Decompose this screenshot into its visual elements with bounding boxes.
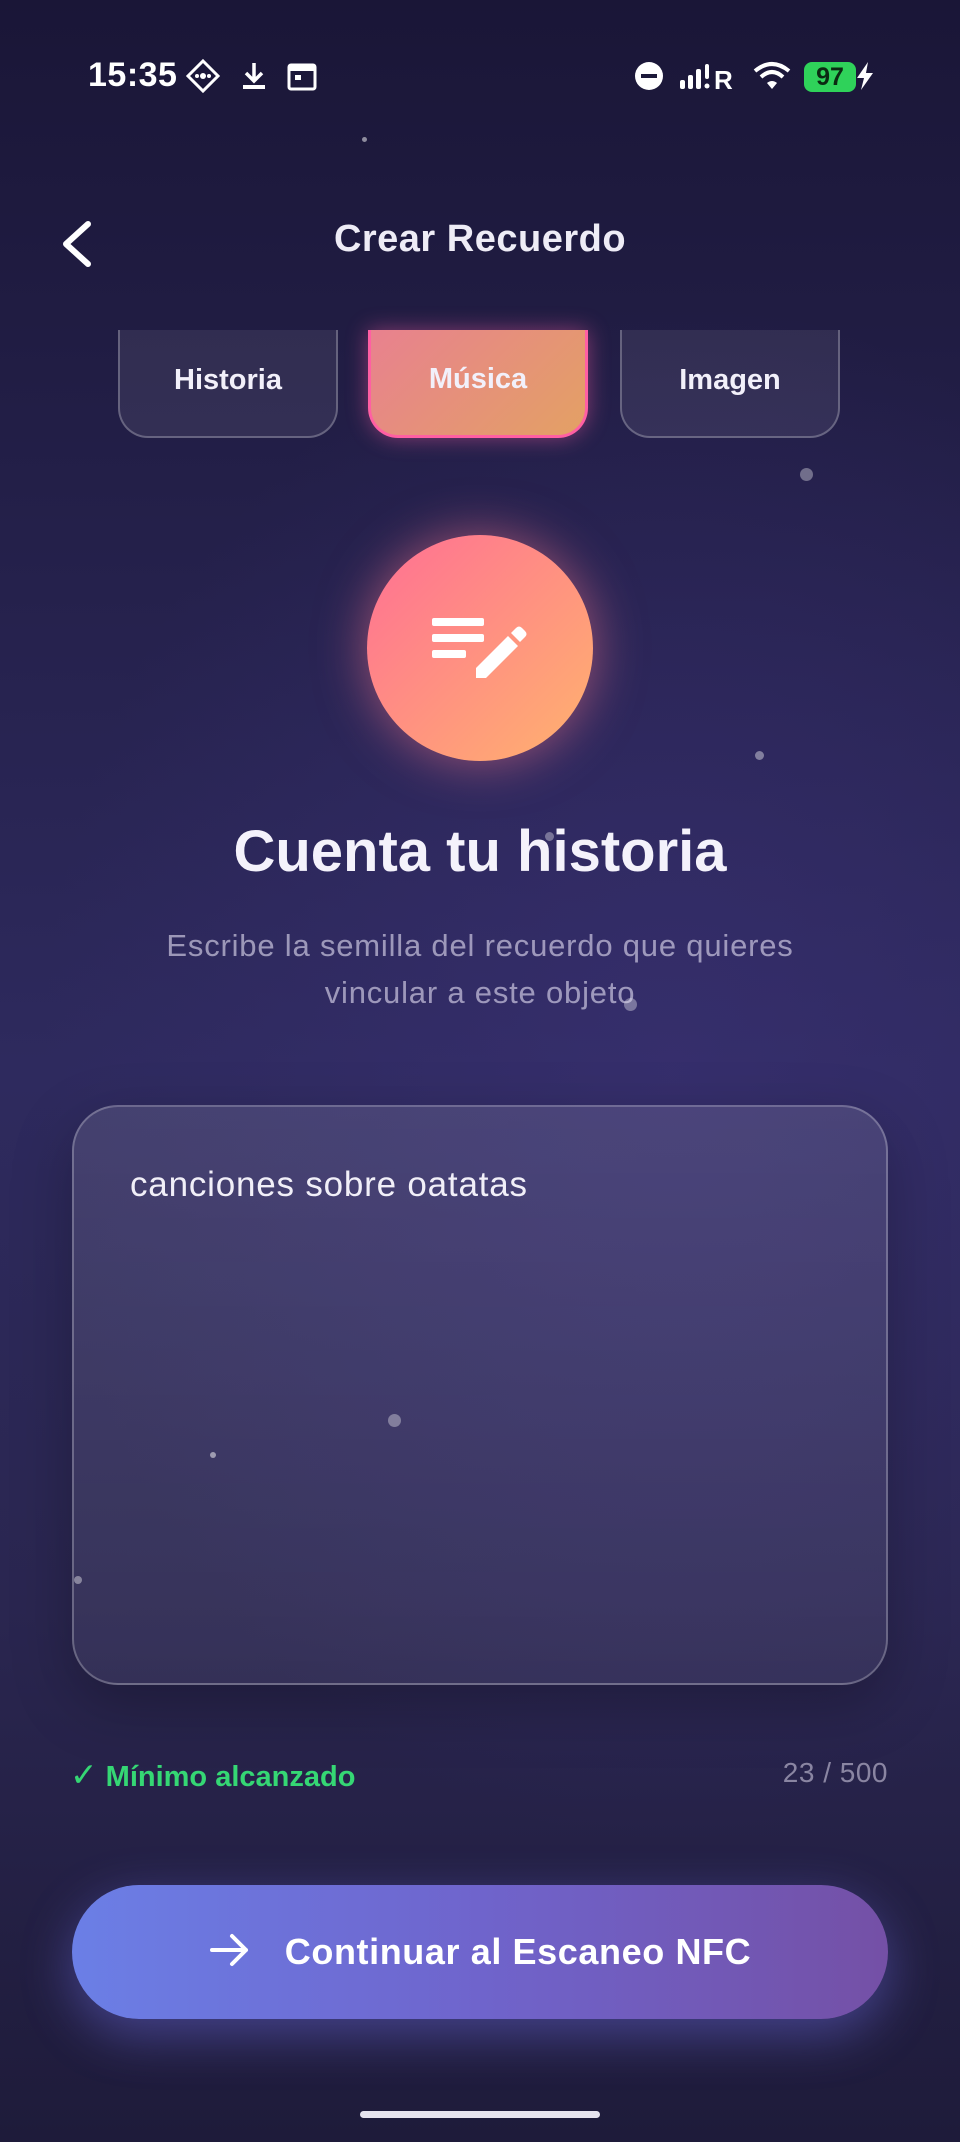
star-dot — [800, 468, 813, 481]
svg-text:R: R — [714, 65, 733, 94]
tab-musica[interactable]: Música — [368, 330, 588, 438]
charging-bolt-icon — [854, 58, 876, 94]
arrow-right-icon — [209, 1932, 251, 1973]
validation-status: ✓ Mínimo alcanzado — [70, 1755, 355, 1794]
story-input-value: canciones sobre oatatas — [130, 1165, 528, 1204]
page-title: Crear Recuerdo — [333, 218, 627, 260]
continue-button-label: Continuar al Escaneo NFC — [284, 1931, 752, 1972]
star-dot — [755, 751, 764, 760]
story-textarea[interactable]: canciones sobre oatatas — [72, 1105, 888, 1685]
validation-status-label: Mínimo alcanzado — [105, 1761, 356, 1793]
home-indicator[interactable] — [360, 2111, 600, 2118]
calendar-icon — [284, 58, 320, 94]
checkmark-icon: ✓ — [70, 1756, 98, 1793]
status-bar: 15:35 R 97 — [0, 40, 960, 112]
tab-label: Música — [428, 363, 528, 395]
location-pin-icon — [185, 58, 221, 94]
star-dot — [362, 137, 367, 142]
hero-heading: Cuenta tu historia — [233, 819, 727, 884]
battery-level: 97 — [804, 62, 856, 92]
hero-icon-circle — [367, 535, 593, 761]
chevron-left-icon — [52, 221, 108, 280]
tab-imagen[interactable]: Imagen — [620, 330, 840, 438]
character-count: 23 / 500 — [782, 1757, 888, 1788]
hero-subheading: Escribe la semilla del recuerdo que quie… — [166, 928, 794, 1010]
do-not-disturb-icon — [631, 58, 667, 94]
tab-historia[interactable]: Historia — [118, 330, 338, 438]
download-icon — [236, 58, 272, 94]
continue-nfc-button[interactable]: Continuar al Escaneo NFC — [72, 1885, 888, 2019]
wifi-icon — [752, 58, 792, 94]
tab-label: Historia — [174, 363, 282, 396]
tab-label: Imagen — [679, 363, 781, 396]
status-time: 15:35 — [88, 56, 178, 94]
signal-icon: R — [678, 58, 742, 95]
